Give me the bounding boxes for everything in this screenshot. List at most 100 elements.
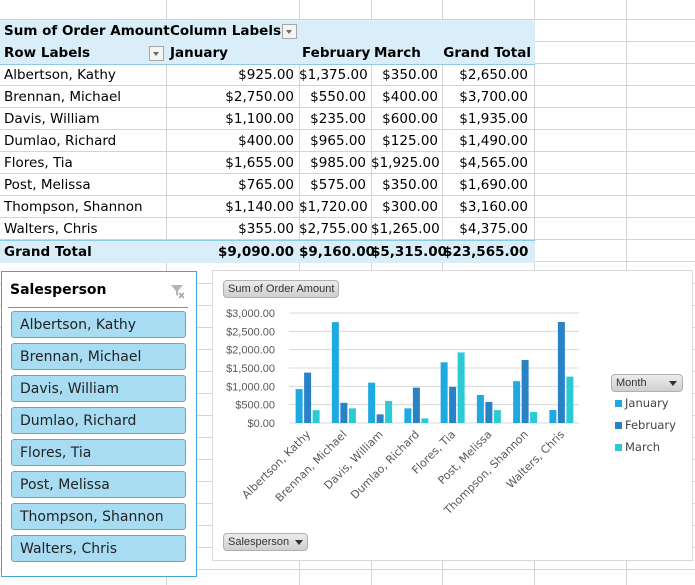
value-cell: $3,160.00 bbox=[459, 199, 528, 215]
value-cell: $1,140.00 bbox=[225, 199, 294, 215]
table-row: Thompson, Shannon $1,140.00 $1,720.00 $300.… bbox=[0, 196, 535, 218]
row-label: Albertson, Kathy bbox=[4, 67, 116, 83]
table-row: Davis, William $1,100.00 $235.00 $600.00 $1,… bbox=[0, 108, 535, 130]
value-cell: $550.00 bbox=[310, 89, 366, 105]
row-labels-header: Row Labels bbox=[4, 45, 91, 61]
bar-march[interactable] bbox=[457, 352, 465, 423]
slicer-separator bbox=[8, 307, 188, 308]
slicer-item[interactable]: Post, Melissa bbox=[11, 471, 186, 498]
table-row: Brennan, Michael $2,750.00 $550.00 $400.00 $… bbox=[0, 86, 535, 108]
y-tick-label: $500.00 bbox=[235, 400, 275, 412]
value-cell: $925.00 bbox=[238, 67, 294, 83]
bar-march[interactable] bbox=[348, 408, 356, 423]
slicer-item[interactable]: Albertson, Kathy bbox=[11, 311, 186, 338]
value-field-label: Sum of Order Amount bbox=[4, 23, 170, 39]
y-tick-label: $3,000.00 bbox=[226, 308, 275, 320]
value-cell: $235.00 bbox=[310, 111, 366, 127]
slicer-item[interactable]: Walters, Chris bbox=[11, 535, 186, 562]
value-cell: $1,720.00 bbox=[299, 199, 368, 215]
bar-january[interactable] bbox=[368, 382, 376, 423]
value-cell: $1,490.00 bbox=[459, 133, 528, 149]
value-cell: $1,265.00 bbox=[371, 221, 440, 237]
bar-february[interactable] bbox=[304, 372, 312, 423]
slicer-item[interactable]: Thompson, Shannon bbox=[11, 503, 186, 530]
slicer-item[interactable]: Davis, William bbox=[11, 375, 186, 402]
value-cell: $1,100.00 bbox=[225, 111, 294, 127]
pivot-header-row-2: Row Labels January February March Grand … bbox=[0, 42, 535, 65]
legend-swatch bbox=[615, 444, 622, 451]
value-cell: $300.00 bbox=[382, 199, 438, 215]
table-row: Albertson, Kathy $925.00 $1,375.00 $350.00 $… bbox=[0, 64, 535, 86]
bar-march[interactable] bbox=[493, 410, 501, 423]
legend-item-february[interactable]: February bbox=[615, 418, 676, 432]
bar-february[interactable] bbox=[521, 359, 529, 423]
value-cell: $350.00 bbox=[382, 177, 438, 193]
y-tick-label: $2,000.00 bbox=[226, 345, 275, 357]
y-tick-label: $0.00 bbox=[247, 418, 275, 430]
column-header-february: February bbox=[302, 45, 371, 61]
chart-plot: $0.00 $500.00 $1,000.00 $1,500.00 $2,000.00 $… bbox=[226, 308, 579, 518]
row-label: Post, Melissa bbox=[4, 177, 91, 193]
value-cell: $125.00 bbox=[382, 133, 438, 149]
value-cell: $2,650.00 bbox=[459, 67, 528, 83]
bar-february[interactable] bbox=[485, 401, 493, 423]
grand-total-row: Grand Total $9,090.00 $9,160.00 $5,315.00 $2… bbox=[0, 240, 535, 263]
row-label: Walters, Chris bbox=[4, 221, 98, 237]
legend-item-march[interactable]: March bbox=[615, 440, 660, 454]
bar-march[interactable] bbox=[566, 376, 574, 423]
value-cell: $4,565.00 bbox=[459, 155, 528, 171]
column-labels-header: Column Labels bbox=[170, 23, 281, 39]
bar-january[interactable] bbox=[331, 322, 339, 423]
legend-label: February bbox=[625, 418, 676, 432]
row-label: Grand Total bbox=[4, 244, 92, 260]
legend-swatch bbox=[615, 422, 622, 429]
value-cell: $1,935.00 bbox=[459, 111, 528, 127]
bar-march[interactable] bbox=[421, 418, 429, 423]
slicer-item[interactable]: Brennan, Michael bbox=[11, 343, 186, 370]
bar-february[interactable] bbox=[449, 386, 457, 423]
bar-january[interactable] bbox=[295, 389, 303, 423]
clear-filter-icon[interactable] bbox=[170, 283, 186, 299]
bar-january[interactable] bbox=[440, 362, 448, 423]
legend-field-button[interactable]: Month bbox=[611, 374, 683, 392]
bar-january[interactable] bbox=[549, 409, 557, 423]
row-labels-filter-button[interactable] bbox=[149, 46, 164, 61]
value-cell: $600.00 bbox=[382, 111, 438, 127]
axis-field-button[interactable]: Salesperson bbox=[223, 533, 309, 551]
bar-february[interactable] bbox=[557, 321, 565, 423]
column-header-march: March bbox=[374, 45, 421, 61]
value-cell: $350.00 bbox=[382, 67, 438, 83]
column-labels-filter-button[interactable] bbox=[282, 24, 297, 39]
row-label: Brennan, Michael bbox=[4, 89, 122, 105]
bar-february[interactable] bbox=[412, 387, 420, 423]
bar-february[interactable] bbox=[376, 414, 384, 423]
legend-item-january[interactable]: January bbox=[615, 396, 669, 410]
chevron-down-icon bbox=[295, 539, 304, 545]
value-cell: $355.00 bbox=[238, 221, 294, 237]
legend-field-label: Month bbox=[616, 377, 647, 389]
column-header-grand-total: Grand Total bbox=[443, 45, 531, 61]
bar-march[interactable] bbox=[385, 401, 393, 423]
value-cell: $2,755.00 bbox=[299, 221, 368, 237]
pivot-chart[interactable]: Sum of Order Amount $0.00 $500.00 $1,000.0… bbox=[212, 270, 693, 561]
bar-january[interactable] bbox=[404, 408, 412, 423]
value-cell: $1,375.00 bbox=[299, 67, 368, 83]
bar-january[interactable] bbox=[476, 394, 484, 423]
value-cell: $3,700.00 bbox=[459, 89, 528, 105]
slicer-item[interactable]: Flores, Tia bbox=[11, 439, 186, 466]
y-tick-label: $2,500.00 bbox=[226, 326, 275, 338]
row-label: Thompson, Shannon bbox=[4, 199, 143, 215]
value-cell: $9,090.00 bbox=[217, 244, 294, 260]
bar-january[interactable] bbox=[513, 381, 521, 423]
bar-march[interactable] bbox=[530, 412, 538, 423]
slicer-item[interactable]: Dumlao, Richard bbox=[11, 407, 186, 434]
axis-field-label: Salesperson bbox=[228, 536, 290, 548]
row-label: Davis, William bbox=[4, 111, 100, 127]
slicer-title: Salesperson bbox=[10, 282, 107, 298]
chevron-down-icon bbox=[669, 381, 677, 386]
y-tick-label: $1,000.00 bbox=[226, 381, 275, 393]
row-label: Flores, Tia bbox=[4, 155, 73, 171]
bar-february[interactable] bbox=[340, 402, 348, 423]
bar-march[interactable] bbox=[312, 410, 320, 423]
value-cell: $575.00 bbox=[310, 177, 366, 193]
